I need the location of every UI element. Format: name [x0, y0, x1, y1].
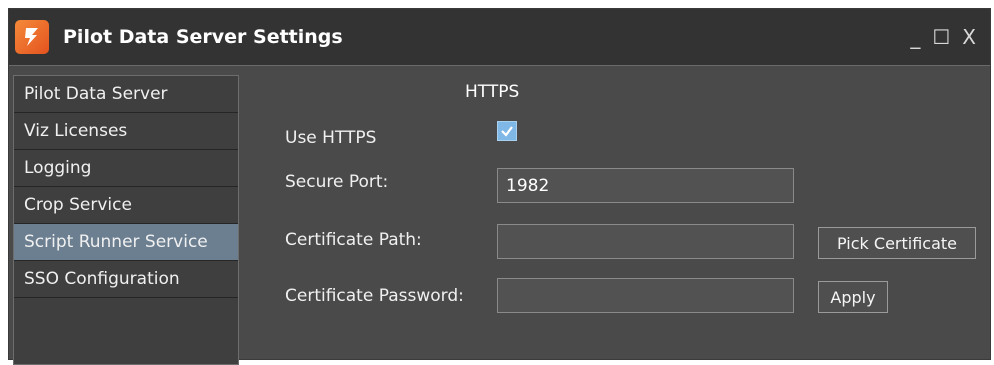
certificate-password-input[interactable]: [497, 278, 794, 313]
checkmark-icon: [501, 126, 513, 137]
secure-port-input[interactable]: 1982: [497, 168, 794, 203]
pick-certificate-button[interactable]: Pick Certificate: [818, 227, 976, 259]
certificate-path-label: Certificate Path:: [285, 230, 422, 250]
use-https-checkbox[interactable]: [497, 121, 517, 141]
section-heading: HTTPS: [465, 82, 520, 102]
https-settings-panel: HTTPS Use HTTPS Secure Port: 1982 Certif…: [0, 0, 994, 360]
certificate-password-label: Certificate Password:: [285, 286, 464, 306]
certificate-path-input[interactable]: [497, 224, 794, 259]
secure-port-label: Secure Port:: [285, 172, 389, 192]
use-https-label: Use HTTPS: [285, 128, 377, 148]
apply-button[interactable]: Apply: [818, 281, 888, 313]
